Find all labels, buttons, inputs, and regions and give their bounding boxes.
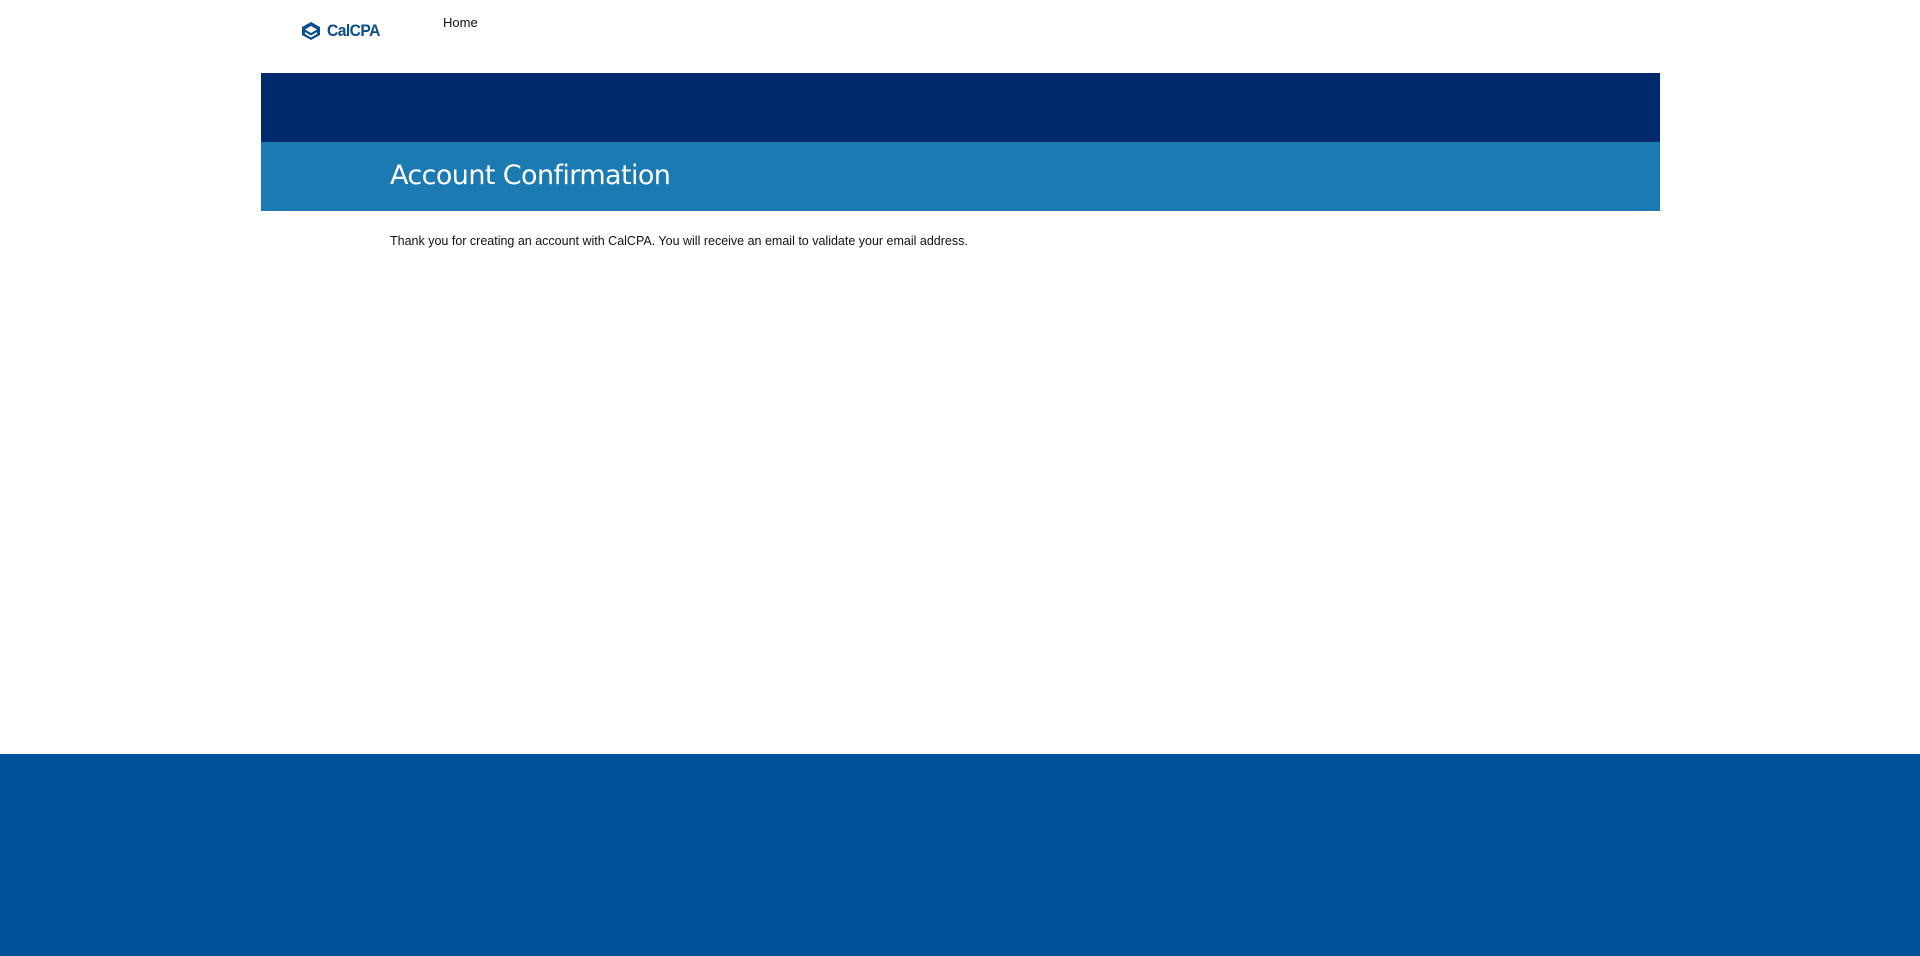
- logo-text: CalCPA: [327, 21, 380, 40]
- calcpa-logo-icon: [302, 22, 320, 40]
- calcpa-logo-link[interactable]: CalCPA: [301, 21, 385, 41]
- site-footer: [0, 754, 1920, 956]
- hero-banner: [261, 73, 1660, 142]
- page-title: Account Confirmation: [390, 160, 671, 191]
- nav-home-link[interactable]: Home: [443, 15, 478, 30]
- confirmation-message: Thank you for creating an account with C…: [390, 234, 968, 248]
- site-header: CalCPA Home: [0, 0, 1920, 73]
- title-banner: Account Confirmation: [261, 142, 1660, 211]
